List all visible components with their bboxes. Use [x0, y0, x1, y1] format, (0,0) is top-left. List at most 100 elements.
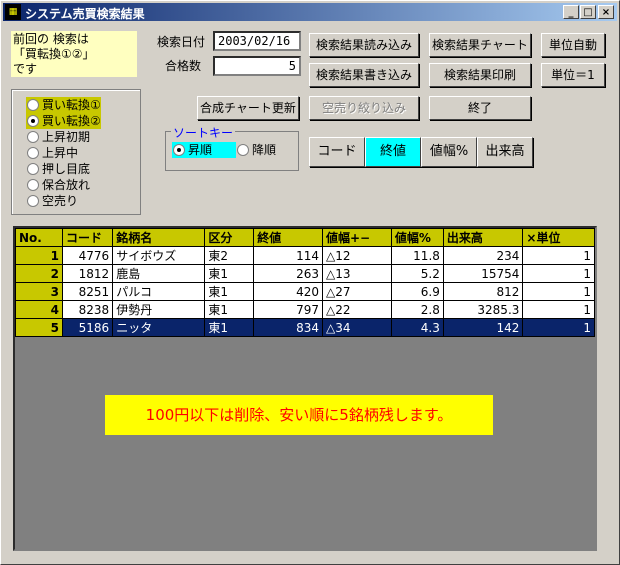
table-cell[interactable]: 1 — [522, 282, 595, 301]
table-cell[interactable]: 3 — [14, 282, 64, 301]
table-cell[interactable]: 8251 — [62, 282, 114, 301]
table-cell[interactable]: 東1 — [204, 282, 255, 301]
title-bar[interactable]: ▦ システム売買検索結果 _ □ × — [3, 3, 617, 21]
strategy-radio-6[interactable]: 保合放れ — [26, 177, 90, 193]
table-cell[interactable]: ニッタ — [112, 318, 206, 337]
print-results-button[interactable]: 検索結果印刷 — [429, 63, 531, 87]
close-button[interactable]: × — [598, 5, 614, 19]
table-cell[interactable]: 2 — [14, 264, 64, 283]
table-row[interactable]: 3 8251 パルコ 東1 420 △27 6.9 812 1 — [14, 282, 595, 301]
table-cell[interactable]: 東1 — [204, 264, 255, 283]
table-row[interactable]: 5 5186 ニッタ 東1 834 △34 4.3 142 1 — [14, 318, 595, 337]
table-cell[interactable]: 263 — [253, 264, 323, 283]
table-row[interactable]: 2 1812 鹿島 東1 263 △13 5.2 15754 1 — [14, 264, 595, 283]
app-icon[interactable]: ▦ — [5, 4, 21, 20]
table-cell[interactable]: 5 — [14, 318, 64, 337]
table-cell[interactable]: 1 — [522, 318, 595, 337]
table-cell[interactable]: 8238 — [62, 300, 114, 319]
short-filter-button[interactable]: 空売り絞り込み — [309, 96, 419, 120]
table-cell[interactable]: 812 — [442, 282, 524, 301]
table-cell[interactable]: 鹿島 — [112, 264, 206, 283]
minimize-button[interactable]: _ — [563, 5, 579, 19]
table-cell[interactable]: 114 — [253, 246, 323, 265]
table-cell[interactable]: 3285.3 — [442, 300, 524, 319]
sort-desc-radio[interactable]: 降順 — [236, 142, 276, 158]
column-header[interactable]: ×単位 — [522, 228, 595, 247]
table-cell[interactable]: 5186 — [62, 318, 114, 337]
strategy-radio-label: 空売り — [42, 194, 79, 208]
table-cell[interactable]: 1812 — [62, 264, 114, 283]
table-cell[interactable]: 東1 — [204, 318, 255, 337]
column-header[interactable]: 値幅+− — [321, 228, 392, 247]
table-cell[interactable]: 234 — [442, 246, 524, 265]
save-results-button[interactable]: 検索結果書き込み — [309, 63, 419, 87]
table-cell[interactable]: 1 — [522, 246, 595, 265]
table-cell[interactable]: △27 — [321, 282, 392, 301]
column-header[interactable]: 終値 — [253, 228, 323, 247]
sort-asc-label: 昇順 — [188, 143, 213, 157]
table-cell[interactable]: 4 — [14, 300, 64, 319]
column-header[interactable]: 区分 — [204, 228, 255, 247]
table-cell[interactable]: 1 — [14, 246, 64, 265]
table-cell[interactable]: 伊勢丹 — [112, 300, 206, 319]
radio-dot-icon — [27, 163, 39, 175]
strategy-radio-2[interactable]: 買い転換② — [26, 113, 101, 129]
table-cell[interactable]: 15754 — [442, 264, 524, 283]
column-header[interactable]: 銘柄名 — [112, 228, 206, 247]
strategy-radio-label: 上昇初期 — [42, 130, 91, 144]
radio-dot-icon — [27, 147, 39, 159]
strategy-radio-label: 上昇中 — [42, 146, 79, 160]
sort-key-close-button[interactable]: 終値 — [365, 137, 421, 167]
radio-dot-icon — [27, 195, 39, 207]
table-cell[interactable]: 1 — [522, 300, 595, 319]
table-cell[interactable]: サイボウズ — [112, 246, 206, 265]
table-cell[interactable]: 797 — [253, 300, 323, 319]
sort-key-change-button[interactable]: 値幅% — [421, 137, 477, 167]
table-cell[interactable]: △34 — [321, 318, 392, 337]
sort-asc-radio[interactable]: 昇順 — [172, 142, 236, 158]
note-line-3: です — [13, 62, 38, 76]
unit-one-button[interactable]: 単位＝1 — [541, 63, 605, 87]
table-cell[interactable]: 834 — [253, 318, 323, 337]
composite-chart-button[interactable]: 合成チャート更新 — [197, 96, 299, 120]
table-cell[interactable]: △12 — [321, 246, 392, 265]
sort-key-code-button[interactable]: コード — [309, 137, 365, 167]
strategy-radio-label: 保合放れ — [42, 178, 91, 192]
results-chart-button[interactable]: 検索結果チャート — [429, 33, 531, 57]
strategy-radio-1[interactable]: 買い転換① — [26, 97, 101, 113]
strategy-radio-4[interactable]: 上昇中 — [26, 145, 78, 161]
sort-key-volume-button[interactable]: 出来高 — [477, 137, 533, 167]
results-grid[interactable]: No. コード 銘柄名 区分 終値 値幅+− 値幅% 出来高 ×単位 1 4776 サイボウズ 東2 1… — [13, 226, 597, 551]
load-results-button[interactable]: 検索結果読み込み — [309, 33, 419, 57]
strategy-radio-5[interactable]: 押し目底 — [26, 161, 90, 177]
table-cell[interactable]: 420 — [253, 282, 323, 301]
table-row[interactable]: 1 4776 サイボウズ 東2 114 △12 11.8 234 1 — [14, 246, 595, 265]
exit-button[interactable]: 終了 — [429, 96, 531, 120]
table-cell[interactable]: 6.9 — [390, 282, 444, 301]
table-cell[interactable]: パルコ — [112, 282, 206, 301]
table-cell[interactable]: 4.3 — [390, 318, 444, 337]
table-cell[interactable]: 2.8 — [390, 300, 444, 319]
table-cell[interactable]: 142 — [442, 318, 524, 337]
table-cell[interactable]: 5.2 — [390, 264, 444, 283]
table-cell[interactable]: △22 — [321, 300, 392, 319]
maximize-button[interactable]: □ — [580, 5, 596, 19]
main-window: ▦ システム売買検索結果 _ □ × 前回の 検索は 「買転換①②」 です 検索… — [0, 0, 620, 565]
table-cell[interactable]: 4776 — [62, 246, 114, 265]
count-field[interactable]: 5 — [213, 56, 301, 76]
unit-auto-button[interactable]: 単位自動 — [541, 33, 605, 57]
column-header[interactable]: 出来高 — [442, 228, 524, 247]
table-cell[interactable]: △13 — [321, 264, 392, 283]
table-cell[interactable]: 11.8 — [390, 246, 444, 265]
strategy-radio-3[interactable]: 上昇初期 — [26, 129, 90, 145]
table-cell[interactable]: 東2 — [204, 246, 255, 265]
table-row[interactable]: 4 8238 伊勢丹 東1 797 △22 2.8 3285.3 1 — [14, 300, 595, 319]
column-header[interactable]: 値幅% — [390, 228, 444, 247]
date-field[interactable]: 2003/02/16 — [213, 31, 301, 51]
strategy-radio-7[interactable]: 空売り — [26, 193, 78, 209]
table-cell[interactable]: 東1 — [204, 300, 255, 319]
column-header[interactable]: No. — [14, 228, 64, 247]
table-cell[interactable]: 1 — [522, 264, 595, 283]
column-header[interactable]: コード — [62, 228, 114, 247]
strategy-radio-label: 買い転換② — [42, 114, 101, 128]
